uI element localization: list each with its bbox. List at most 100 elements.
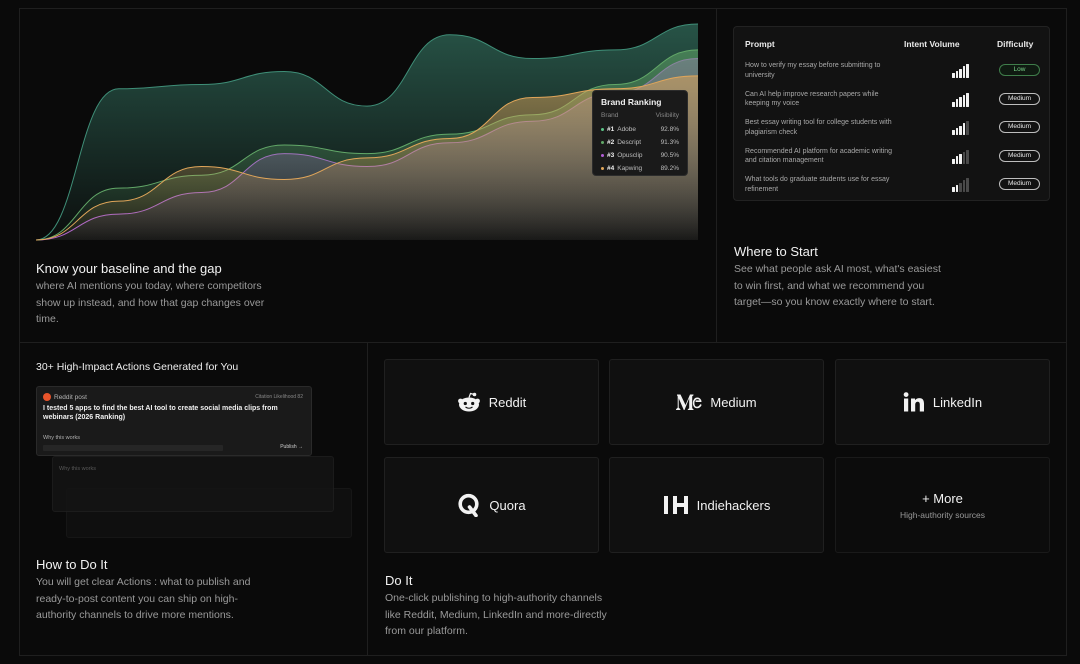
- intent-volume-header: Intent Volume: [904, 39, 960, 49]
- rank: #1: [607, 126, 615, 133]
- prompt-row[interactable]: Can AI help improve research papers whil…: [734, 90, 1049, 118]
- where-to-start-title: Where to Start: [734, 244, 818, 259]
- card-content-placeholder: [43, 445, 223, 451]
- prompt-text: How to verify my essay before submitting…: [745, 62, 881, 79]
- difficulty-badge: Low: [999, 64, 1040, 76]
- difficulty-badge: Medium: [999, 149, 1040, 162]
- platform-quora[interactable]: Quora: [384, 457, 599, 553]
- why-this-works-label: Why this works: [43, 435, 80, 441]
- volume-bar: [955, 184, 958, 192]
- visibility-value: 90.5%: [660, 152, 679, 159]
- series-dot: [601, 141, 604, 144]
- brand-name: Adobe: [617, 126, 637, 133]
- difficulty-badge: Medium: [999, 178, 1040, 190]
- prompt-row[interactable]: How to verify my essay before submitting…: [734, 61, 1049, 89]
- intent-volume-bars: [952, 149, 970, 164]
- brand-name: Kapwing: [617, 165, 643, 172]
- volume-bar: [966, 178, 969, 192]
- brand-name: Descript: [617, 139, 642, 146]
- brand-ranking-tooltip: Brand Ranking Brand Visibility #1 Adobe 92…: [592, 90, 688, 176]
- platform-medium[interactable]: Medium: [609, 359, 824, 445]
- volume-bar: [959, 125, 962, 135]
- platform-label: Medium: [710, 394, 757, 410]
- action-card-reddit-post[interactable]: Reddit post Citation Likelihood 82 I tes…: [36, 386, 312, 456]
- prompt-row[interactable]: Best essay writing tool for college stud…: [734, 118, 1049, 146]
- tooltip-col-brand: Brand: [601, 112, 619, 119]
- prompt-row[interactable]: Recommended AI platform for academic wri…: [734, 147, 1049, 175]
- baseline-desc: where AI mentions you today, where compe…: [36, 280, 265, 325]
- action-card-ghost-2: Why this works: [52, 456, 334, 512]
- more-label: + More: [922, 490, 963, 506]
- volume-bar: [966, 92, 969, 107]
- divider-horizontal: [19, 342, 1067, 343]
- where-to-start-desc: See what people ask AI most, what's easi…: [734, 263, 941, 308]
- volume-bar: [952, 101, 955, 107]
- card-source-label: Reddit post: [54, 393, 87, 401]
- volume-bar: [962, 66, 965, 78]
- series-dot: [601, 167, 604, 170]
- volume-bar: [962, 180, 965, 192]
- series-dot: [601, 154, 604, 157]
- platform-linkedin[interactable]: LinkedIn: [835, 359, 1050, 445]
- platform-more[interactable]: + More High-authority sources: [835, 457, 1050, 553]
- tooltip-row: #4 Kapwing 89.2%: [601, 162, 679, 175]
- visibility-value: 92.8%: [660, 126, 679, 133]
- intent-volume-bars: [952, 64, 970, 78]
- platform-label: Indiehackers: [696, 497, 771, 513]
- platform-label: Reddit: [488, 394, 527, 410]
- divider-bottom-vertical: [367, 342, 368, 656]
- volume-bar: [955, 127, 958, 135]
- platform-label: Quora: [489, 497, 526, 513]
- tooltip-title: Brand Ranking: [601, 97, 662, 107]
- tooltip-row: #1 Adobe 92.8%: [601, 123, 679, 136]
- linkedin-icon: [903, 392, 924, 412]
- citation-likelihood: Citation Likelihood 82: [255, 394, 303, 400]
- platform-indiehackers[interactable]: Indiehackers: [609, 457, 824, 553]
- tooltip-row: #3 Opusclip 90.5%: [601, 149, 679, 162]
- volume-bar: [952, 158, 955, 164]
- volume-bar: [966, 121, 969, 135]
- visibility-value: 91.3%: [660, 139, 679, 146]
- prompt-text: What tools do graduate students use for …: [745, 176, 890, 193]
- volume-bar: [952, 130, 955, 135]
- do-it-title: Do It: [385, 573, 413, 588]
- volume-bar: [959, 68, 962, 78]
- rank: #4: [607, 165, 615, 172]
- how-to-do-it-title: How to Do It: [36, 557, 108, 572]
- prompt-table: Prompt Intent Volume Difficulty How to v…: [733, 26, 1050, 201]
- volume-bar: [955, 156, 958, 164]
- volume-bar: [955, 70, 958, 78]
- reddit-icon: [43, 393, 51, 401]
- prompt-row[interactable]: What tools do graduate students use for …: [734, 175, 1049, 203]
- volume-bar: [952, 73, 955, 78]
- volume-bar: [962, 94, 965, 107]
- volume-bar: [966, 149, 969, 164]
- more-sublabel: High-authority sources: [899, 509, 986, 520]
- tooltip-row: #2 Descript 91.3%: [601, 136, 679, 149]
- card-title: I tested 5 apps to find the best AI tool…: [43, 405, 278, 421]
- series-dot: [601, 128, 604, 131]
- platform-reddit[interactable]: Reddit: [384, 359, 599, 445]
- volume-bar: [966, 64, 969, 78]
- prompt-header: Prompt: [745, 39, 775, 49]
- medium-icon: [676, 394, 703, 410]
- divider-top-vertical: [716, 8, 717, 342]
- intent-volume-bars: [952, 121, 970, 135]
- publish-button[interactable]: Publish →: [280, 444, 303, 450]
- baseline-title: Know your baseline and the gap: [36, 261, 222, 276]
- ghost-why-label: Why this works: [59, 466, 96, 472]
- reddit-icon: [457, 392, 480, 412]
- volume-bar: [955, 99, 958, 107]
- actions-heading: 30+ High-Impact Actions Generated for Yo…: [36, 361, 239, 373]
- rank: #2: [607, 139, 615, 146]
- intent-volume-bars: [952, 178, 970, 192]
- indiehackers-icon: [663, 496, 688, 514]
- brand-name: Opusclip: [617, 152, 643, 159]
- volume-bar: [962, 123, 965, 135]
- intent-volume-bars: [952, 92, 970, 107]
- quora-icon: [458, 493, 480, 517]
- do-it-desc: One-click publishing to high-authority c…: [385, 592, 607, 637]
- prompt-text: Can AI help improve research papers whil…: [745, 90, 879, 108]
- volume-bar: [959, 182, 962, 192]
- prompt-text: Recommended AI platform for academic wri…: [745, 147, 893, 165]
